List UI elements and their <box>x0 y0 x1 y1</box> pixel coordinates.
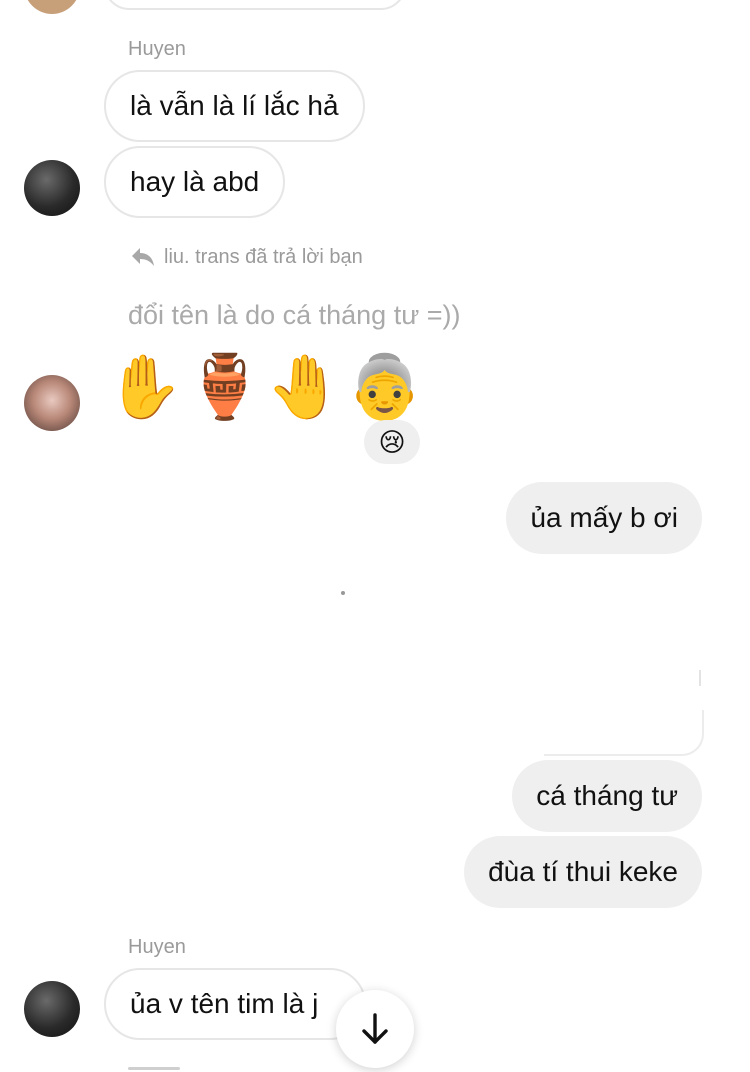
sender-name: Huyen <box>128 38 186 60</box>
emoji-hand-back[interactable]: 🤚 <box>266 352 343 424</box>
message-bubble-outgoing[interactable]: cá tháng tư <box>512 760 702 832</box>
message-bubble[interactable]: hay là abd <box>104 146 286 218</box>
emoji-crystal-ball[interactable]: 🏺 <box>186 352 263 424</box>
reaction-badge[interactable]: 😢 <box>364 420 420 464</box>
message-bubble-partial[interactable] <box>104 0 406 10</box>
emoji-raised-hand[interactable]: ✋ <box>106 352 183 424</box>
scroll-to-bottom-button[interactable] <box>336 990 414 1068</box>
message-bubble[interactable]: ủa v tên tim là j <box>104 968 367 1040</box>
partial-text <box>128 1064 180 1072</box>
quoted-message[interactable]: đổi tên là do cá tháng tư =)) <box>128 300 461 331</box>
avatar[interactable] <box>24 160 80 216</box>
avatar[interactable] <box>24 0 80 14</box>
bubble-edge <box>699 670 701 686</box>
chat-thread[interactable]: Huyen là vẫn là lí lắc hả hay là abd liu… <box>0 0 750 1072</box>
avatar[interactable] <box>24 981 80 1037</box>
arrow-down-icon <box>360 1012 390 1046</box>
avatar[interactable] <box>24 375 80 431</box>
sender-name: Huyen <box>128 936 186 958</box>
message-bubble[interactable]: là vẫn là lí lắc hả <box>104 70 365 142</box>
artifact-dot <box>341 591 345 595</box>
reply-arrow-icon <box>130 246 156 268</box>
bubble-edge <box>544 710 704 756</box>
message-bubble-outgoing[interactable]: đùa tí thui keke <box>464 836 702 908</box>
reply-note: liu. trans đã trả lời bạn <box>164 246 363 268</box>
emoji-older-woman[interactable]: 👵 <box>346 352 423 424</box>
message-bubble-outgoing[interactable]: ủa mấy b ơi <box>506 482 702 554</box>
